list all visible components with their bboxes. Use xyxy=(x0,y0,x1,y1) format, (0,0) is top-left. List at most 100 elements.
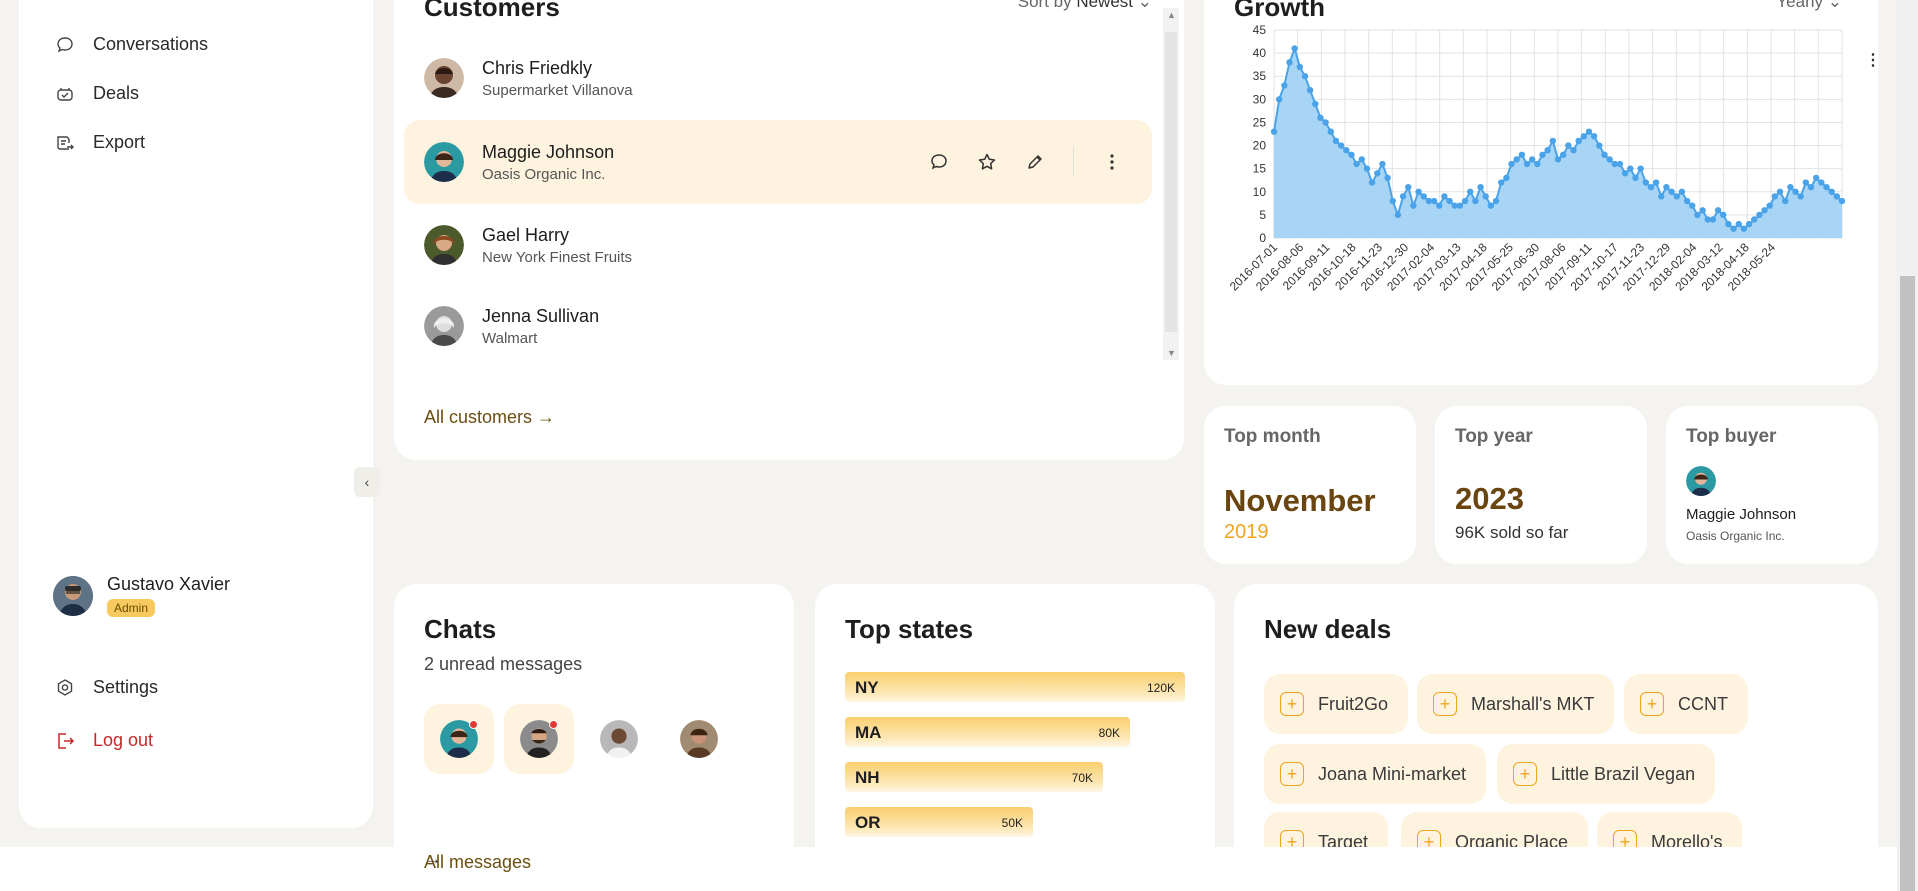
logout-link[interactable]: Log out xyxy=(55,730,153,751)
nav-deals[interactable]: Deals xyxy=(55,83,139,104)
data-point xyxy=(1833,193,1841,200)
all-customers-link[interactable]: All customers → xyxy=(424,407,555,428)
data-point xyxy=(1652,179,1660,186)
chats-card: Chats 2 unread messages xyxy=(394,584,794,891)
deal-chip[interactable]: + Joana Mini-market xyxy=(1264,744,1487,804)
deal-label: Joana Mini-market xyxy=(1318,763,1467,784)
data-point xyxy=(1787,183,1794,191)
data-point xyxy=(1306,86,1314,94)
scroll-down-icon[interactable]: ▼ xyxy=(1167,348,1176,358)
stat-label: Top year xyxy=(1455,426,1533,447)
deal-label: Fruit2Go xyxy=(1318,693,1389,714)
data-point xyxy=(1838,197,1846,205)
chat-avatar[interactable] xyxy=(504,704,574,774)
deal-chip[interactable]: + Marshall's MKT xyxy=(1417,674,1615,734)
data-point xyxy=(1275,96,1283,103)
buyer-name: Maggie Johnson xyxy=(1686,506,1797,523)
data-point xyxy=(1394,211,1402,219)
deal-chip[interactable]: + CCNT xyxy=(1624,674,1748,734)
sort-dropdown[interactable]: Sort by Newest ⌄ xyxy=(1018,0,1152,12)
user-name: Gustavo Xavier xyxy=(107,574,231,594)
y-tick-label: 30 xyxy=(1253,92,1267,106)
edit-pencil-icon[interactable] xyxy=(1025,152,1045,172)
y-tick-label: 45 xyxy=(1253,23,1267,37)
customer-name: Jenna Sullivan xyxy=(482,305,600,326)
data-point xyxy=(1689,202,1696,209)
top-month-card: Top month November 2019 xyxy=(1204,406,1416,564)
y-tick-label: 35 xyxy=(1253,69,1267,83)
chat-avatar[interactable] xyxy=(584,704,654,774)
customer-row[interactable]: Chris Friedkly Supermarket Villanova xyxy=(404,36,1152,120)
data-point xyxy=(1508,160,1515,168)
data-point xyxy=(1828,188,1835,195)
buyer-company: Oasis Organic Inc. xyxy=(1686,529,1785,543)
data-point xyxy=(1565,142,1572,149)
scroll-up-icon[interactable]: ▲ xyxy=(1167,10,1176,20)
data-point xyxy=(1384,174,1391,182)
data-point xyxy=(1456,202,1464,209)
chat-bubble-icon[interactable] xyxy=(929,152,949,172)
nav-conversations[interactable]: Conversations xyxy=(55,34,208,55)
customer-name: Maggie Johnson xyxy=(482,141,615,162)
settings-label: Settings xyxy=(93,677,159,697)
data-point xyxy=(1441,193,1448,200)
avatar xyxy=(424,58,464,98)
data-point xyxy=(1761,207,1768,214)
data-point xyxy=(1343,146,1350,154)
chart-menu-icon[interactable]: ⋮ xyxy=(1865,50,1881,70)
state-bar: NY 120K xyxy=(845,672,1185,702)
customers-title: Customers xyxy=(424,0,560,22)
stat-sub: 2019 xyxy=(1224,521,1269,543)
data-point xyxy=(1322,119,1329,126)
data-point xyxy=(1730,225,1737,232)
customer-row[interactable]: Maggie Johnson Oasis Organic Inc. xyxy=(404,120,1152,204)
star-icon[interactable] xyxy=(977,152,997,172)
data-point xyxy=(1549,137,1557,145)
state-bar: MA 80K xyxy=(845,717,1130,747)
current-user[interactable]: Gustavo Xavier Admin xyxy=(53,574,230,617)
chat-avatar[interactable] xyxy=(664,704,734,774)
data-point xyxy=(1776,188,1784,195)
stat-label: Top buyer xyxy=(1686,426,1777,447)
data-point xyxy=(1756,211,1763,219)
customer-row[interactable]: Jenna Sullivan Walmart xyxy=(404,284,1152,368)
data-point xyxy=(1683,197,1691,205)
data-point xyxy=(1720,211,1727,219)
data-point xyxy=(1487,202,1495,209)
data-point xyxy=(1580,133,1588,140)
avatar xyxy=(424,225,464,265)
chevron-left-icon: ‹ xyxy=(364,474,370,490)
scroll-thumb[interactable] xyxy=(1165,32,1177,332)
data-point xyxy=(1751,216,1758,223)
data-point xyxy=(1818,179,1825,186)
bottom-strip xyxy=(0,847,1897,891)
settings-link[interactable]: Settings xyxy=(55,677,158,698)
stat-label: Top month xyxy=(1224,426,1321,447)
data-point xyxy=(1663,183,1670,191)
data-point xyxy=(1570,146,1577,154)
top-year-card: Top year 2023 96K sold so far xyxy=(1435,406,1647,564)
avatar xyxy=(1686,466,1716,496)
customer-row[interactable]: Gael Harry New York Finest Fruits xyxy=(404,203,1152,287)
deal-chip[interactable]: + Fruit2Go xyxy=(1264,674,1409,734)
deal-label: CCNT xyxy=(1678,693,1728,714)
more-vertical-icon[interactable] xyxy=(1102,152,1122,172)
data-point xyxy=(1575,137,1582,145)
data-point xyxy=(1632,174,1639,182)
state-code: MA xyxy=(855,723,882,742)
data-point xyxy=(1513,156,1520,163)
data-point xyxy=(1430,197,1438,205)
data-point xyxy=(1714,207,1722,214)
customers-scrollbar[interactable]: ▲ ▼ xyxy=(1163,8,1179,360)
collapse-sidebar-button[interactable]: ‹ xyxy=(354,467,380,497)
deal-chip[interactable]: + Little Brazil Vegan xyxy=(1497,744,1716,804)
row-actions xyxy=(929,120,1122,204)
customers-card: Customers Sort by Newest ⌄ Chris Friedkl… xyxy=(394,0,1184,460)
data-point xyxy=(1616,160,1624,168)
data-point xyxy=(1637,165,1644,172)
page-scrollbar[interactable] xyxy=(1897,0,1918,891)
avatar xyxy=(424,306,464,346)
chat-avatar[interactable] xyxy=(424,704,494,774)
page-scroll-thumb[interactable] xyxy=(1900,276,1915,891)
nav-export[interactable]: Export xyxy=(55,132,145,153)
